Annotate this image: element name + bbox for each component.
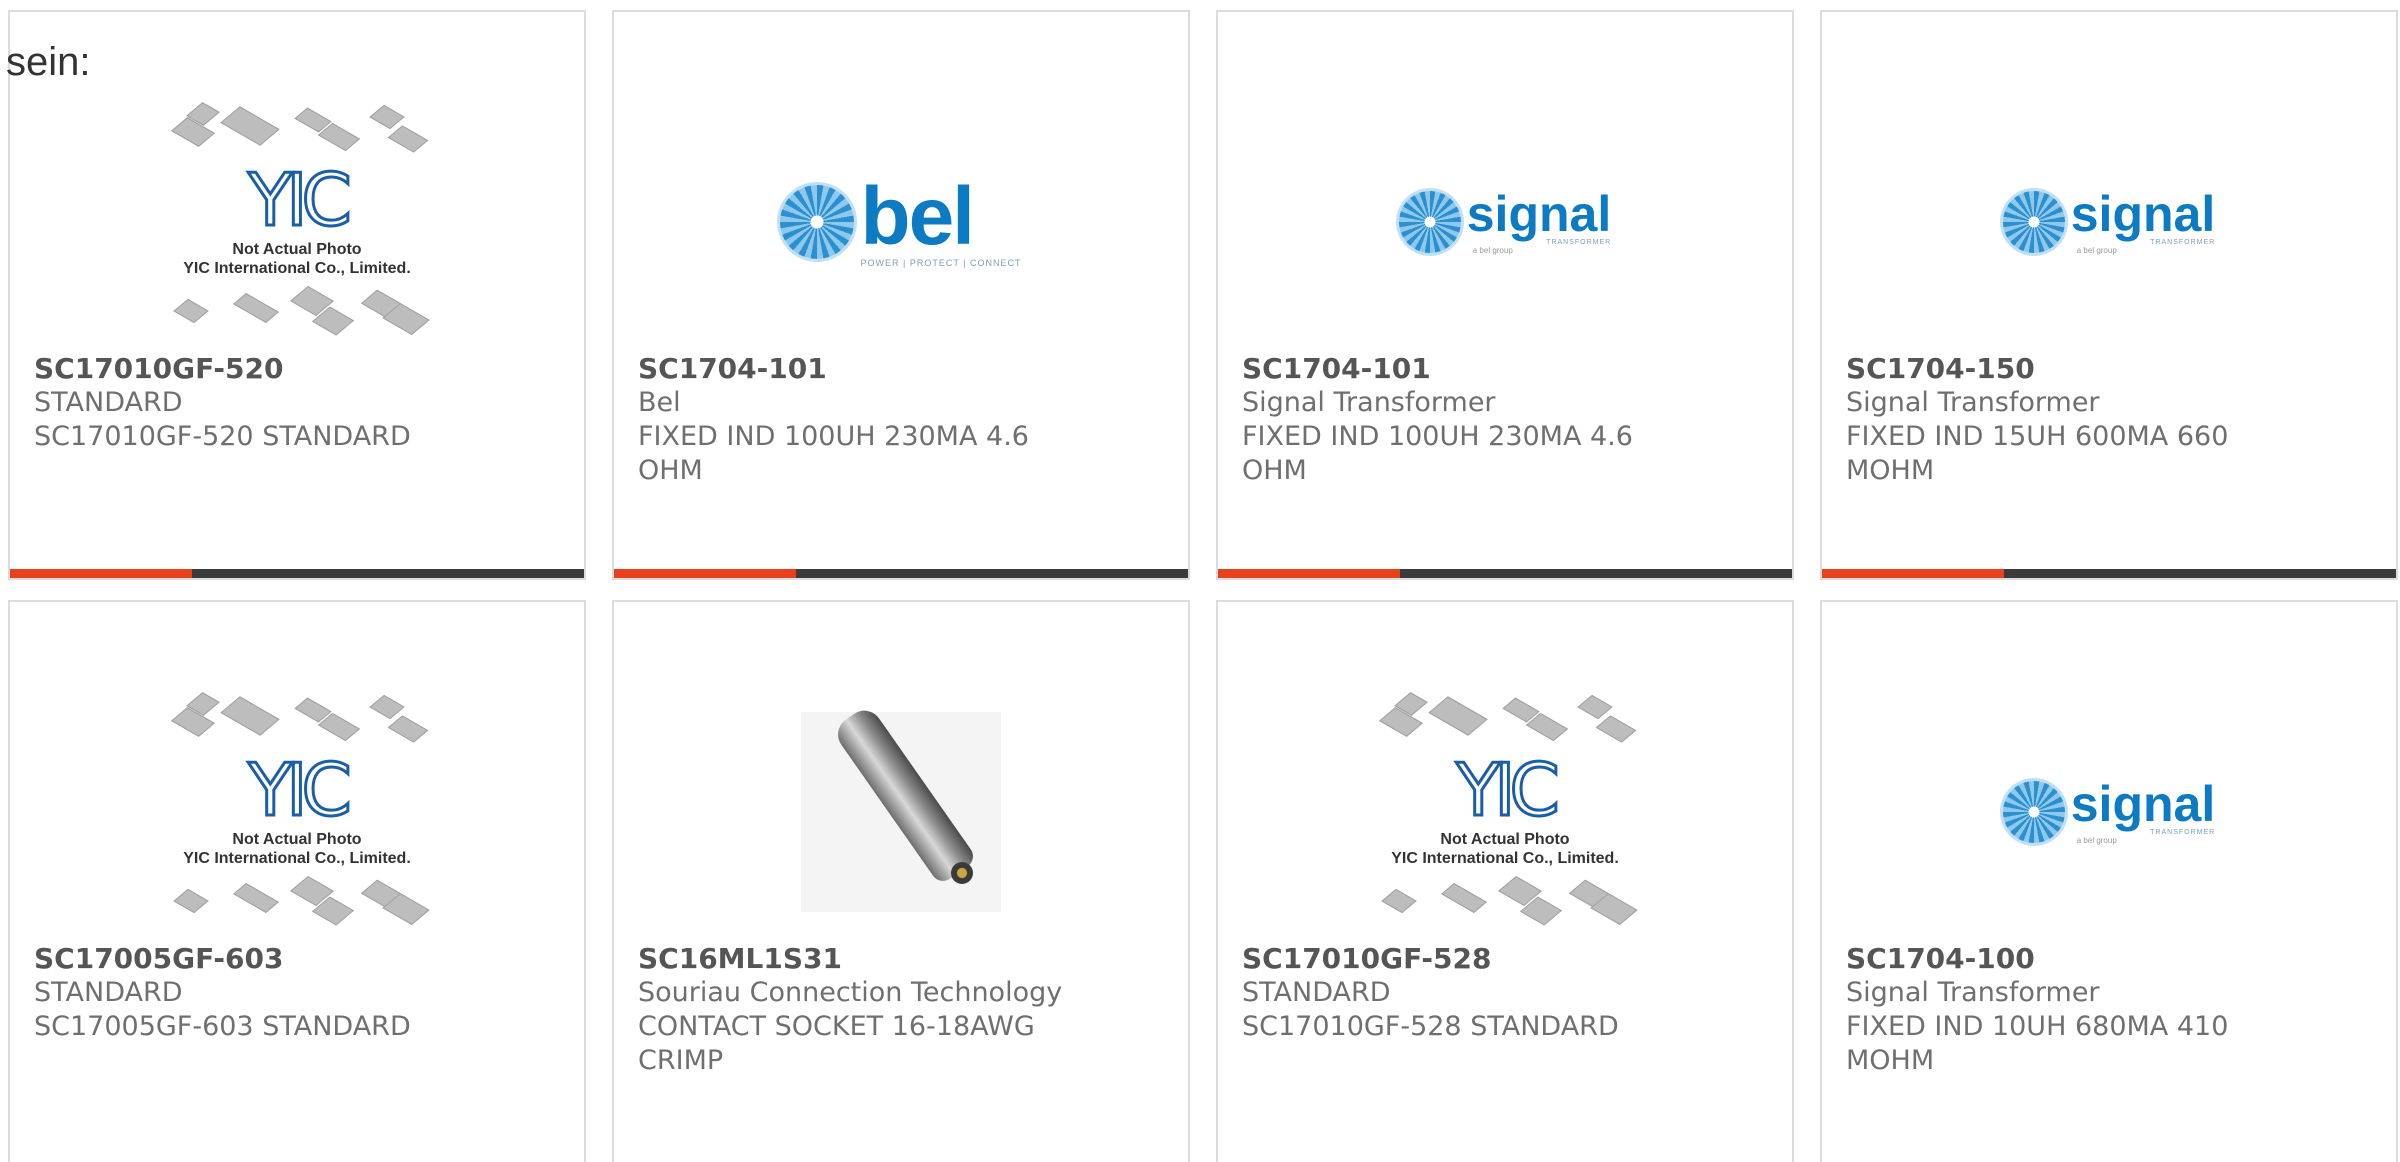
signal-transformer-logo-icon: signal TRANSFORMER a bel group [1398,189,1611,255]
yic-caption: Not Actual Photo YIC International Co., … [183,241,411,277]
yic-placeholder-image: YIC Not Actual Photo YIC International C… [1365,692,1645,932]
manufacturer: Bel [638,387,681,418]
card-accent [1218,569,1400,578]
product-info: SC16ML1S31 Souriau Connection Technology… [638,942,1164,1078]
yic-placeholder-image: YIC Not Actual Photo YIC International C… [157,692,437,932]
chip-icons [157,282,437,342]
description: SC17010GF-528 STANDARD [1242,1011,1619,1042]
card-bottom-bar [614,569,1188,578]
product-card[interactable]: YIC Not Actual Photo YIC International C… [8,600,586,1162]
product-info: SC1704-101 Signal Transformer FIXED IND … [1242,352,1768,488]
card-accent [10,569,192,578]
chip-icons [1365,692,1645,752]
yic-placeholder-image: YIC Not Actual Photo YIC International C… [157,102,437,342]
manufacturer: Signal Transformer [1846,977,2100,1008]
chip-icons [157,872,437,932]
description: FIXED IND 100UH 230MA 4.6 OHM [638,421,1029,486]
card-bottom-bar [1218,569,1792,578]
product-card[interactable]: SC16ML1S31 Souriau Connection Technology… [612,600,1190,1162]
part-number-link[interactable]: SC1704-150 [1846,352,2372,386]
card-accent [1822,569,2004,578]
bel-dots-icon [780,185,855,259]
description: FIXED IND 15UH 600MA 660 MOHM [1846,421,2229,486]
bel-logo-icon: bel POWER | PROTECT | CONNECT [780,176,1021,268]
signal-transformer-logo-icon: signal TRANSFORMER a bel group [2002,189,2215,255]
signal-dots-icon [1398,191,1461,253]
yic-caption: Not Actual Photo YIC International Co., … [183,831,411,867]
manufacturer: STANDARD [1242,977,1391,1008]
product-image-not-actual-photo[interactable]: YIC Not Actual Photo YIC International C… [1218,682,1792,942]
part-number-link[interactable]: SC17010GF-528 [1242,942,1768,976]
product-grid: YIC Not Actual Photo YIC International C… [0,0,2400,1162]
manufacturer: STANDARD [34,977,183,1008]
card-bottom-bar [1822,569,2396,578]
manufacturer: Souriau Connection Technology [638,977,1063,1008]
product-info: SC1704-101 Bel FIXED IND 100UH 230MA 4.6… [638,352,1164,488]
description: CONTACT SOCKET 16-18AWG CRIMP [638,1011,1035,1076]
signal-dots-icon [2002,781,2065,843]
part-number-link[interactable]: SC17010GF-520 [34,352,560,386]
part-number-link[interactable]: SC16ML1S31 [638,942,1164,976]
product-card[interactable]: YIC Not Actual Photo YIC International C… [8,10,586,580]
yic-logo-icon: YIC [247,158,354,242]
product-card[interactable]: signal TRANSFORMER a bel group SC1704-10… [1820,600,2398,1162]
manufacturer: Signal Transformer [1846,387,2100,418]
part-number-link[interactable]: SC1704-101 [1242,352,1768,386]
product-image-bel[interactable]: bel POWER | PROTECT | CONNECT [614,92,1188,352]
product-card[interactable]: signal TRANSFORMER a bel group SC1704-10… [1216,10,1794,580]
product-image-not-actual-photo[interactable]: YIC Not Actual Photo YIC International C… [10,682,584,942]
chip-icons [1365,872,1645,932]
part-number-link[interactable]: SC17005GF-603 [34,942,560,976]
card-bottom-bar [10,569,584,578]
product-info: SC1704-100 Signal Transformer FIXED IND … [1846,942,2372,1078]
description: SC17010GF-520 STANDARD [34,421,411,452]
description: FIXED IND 100UH 230MA 4.6 OHM [1242,421,1633,486]
yic-logo-icon: YIC [247,748,354,832]
description: SC17005GF-603 STANDARD [34,1011,411,1042]
product-card[interactable]: YIC Not Actual Photo YIC International C… [1216,600,1794,1162]
part-number-link[interactable]: SC1704-100 [1846,942,2372,976]
part-number-link[interactable]: SC1704-101 [638,352,1164,386]
product-grid-page: sein: YIC Not Actual Photo YIC Internati… [0,0,2400,1162]
intro-text: sein: [6,40,91,84]
product-image-not-actual-photo[interactable]: YIC Not Actual Photo YIC International C… [10,92,584,352]
description: FIXED IND 10UH 680MA 410 MOHM [1846,1011,2229,1076]
product-image-contact-socket[interactable] [614,682,1188,942]
product-image-signal[interactable]: signal TRANSFORMER a bel group [1822,92,2396,352]
chip-icons [157,102,437,162]
product-card[interactable]: bel POWER | PROTECT | CONNECT SC1704-101… [612,10,1190,580]
product-image-signal[interactable]: signal TRANSFORMER a bel group [1218,92,1792,352]
yic-logo-icon: YIC [1455,748,1562,832]
product-info: SC17005GF-603 STANDARD SC17005GF-603 STA… [34,942,560,1044]
signal-transformer-logo-icon: signal TRANSFORMER a bel group [2002,779,2215,845]
contact-socket-photo [801,703,1001,912]
product-info: SC17010GF-520 STANDARD SC17010GF-520 STA… [34,352,560,454]
manufacturer: Signal Transformer [1242,387,1496,418]
product-info: SC17010GF-528 STANDARD SC17010GF-528 STA… [1242,942,1768,1044]
product-card[interactable]: signal TRANSFORMER a bel group SC1704-15… [1820,10,2398,580]
chip-icons [157,692,437,752]
product-info: SC1704-150 Signal Transformer FIXED IND … [1846,352,2372,488]
signal-dots-icon [2002,191,2065,253]
product-image-signal[interactable]: signal TRANSFORMER a bel group [1822,682,2396,942]
card-accent [614,569,796,578]
manufacturer: STANDARD [34,387,183,418]
yic-caption: Not Actual Photo YIC International Co., … [1391,831,1619,867]
